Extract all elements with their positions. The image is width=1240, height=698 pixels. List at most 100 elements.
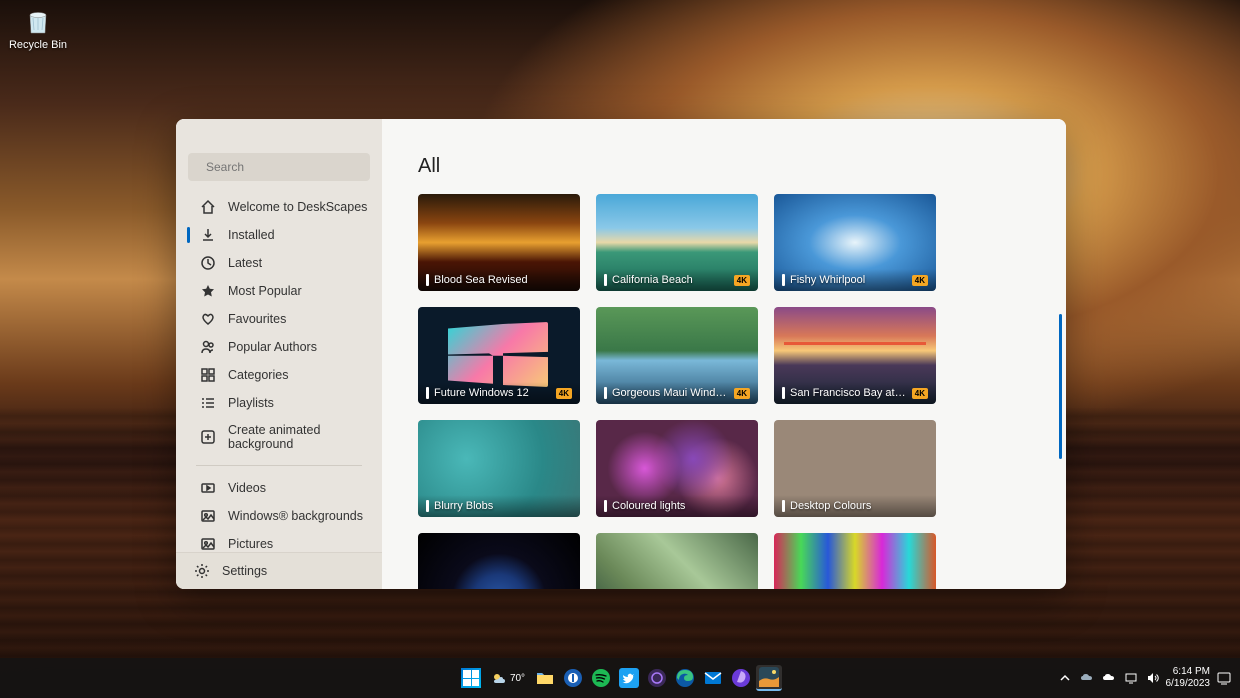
taskbar-edge[interactable] — [672, 665, 698, 691]
sidebar-item-favourites[interactable]: Favourites — [176, 305, 382, 333]
wallpaper-card[interactable]: Gorgeous Maui Windy Day 4K — [596, 307, 758, 404]
taskbar-deskscapes[interactable] — [756, 665, 782, 691]
sidebar-item-windows-backgrounds[interactable]: Windows® backgrounds — [176, 502, 382, 530]
wallpaper-card[interactable]: Desktop Colours — [774, 420, 936, 517]
home-icon — [200, 199, 216, 215]
grid-icon — [200, 367, 216, 383]
spotify-icon — [591, 668, 611, 688]
wallpaper-title: Coloured lights — [612, 500, 750, 512]
system-tray: 6:14 PM 6/19/2023 — [1058, 666, 1233, 690]
onepassword-icon — [563, 668, 583, 688]
4k-badge: 4K — [912, 388, 928, 399]
search-input[interactable] — [206, 160, 361, 174]
sidebar-item-popular-authors[interactable]: Popular Authors — [176, 333, 382, 361]
sidebar-item-installed[interactable]: Installed — [176, 221, 382, 249]
sidebar-item-label: Favourites — [228, 312, 286, 326]
network-icon[interactable] — [1124, 671, 1138, 685]
wallpaper-title: Desktop Colours — [790, 500, 928, 512]
sidebar-item-videos[interactable]: Videos — [176, 474, 382, 502]
chevron-up-icon[interactable] — [1058, 671, 1072, 685]
video-icon — [200, 480, 216, 496]
recycle-bin-label: Recycle Bin — [8, 39, 68, 51]
taskbar: 70° 6:14 PM 6/19/2023 — [0, 658, 1240, 698]
sidebar-item-label: Create animated background — [228, 423, 370, 451]
wallpaper-card[interactable]: California Beach4K — [596, 194, 758, 291]
twitter-icon — [619, 668, 639, 688]
settings-button[interactable]: Settings — [176, 552, 382, 589]
onedrive-icon[interactable] — [1080, 671, 1094, 685]
wallpaper-thumbnail — [596, 533, 758, 589]
weather-icon — [491, 670, 507, 686]
wallpaper-card[interactable] — [774, 533, 936, 589]
wallpaper-title: Blood Sea Revised — [434, 274, 572, 286]
sidebar-item-label: Categories — [228, 368, 288, 382]
wallpaper-thumbnail — [774, 533, 936, 589]
sidebar-item-welcome-to-deskscapes[interactable]: Welcome to DeskScapes — [176, 193, 382, 221]
recycle-bin[interactable]: Recycle Bin — [8, 5, 68, 51]
wallpaper-card[interactable] — [596, 533, 758, 589]
sidebar-item-label: Playlists — [228, 396, 274, 410]
wallpaper-card[interactable]: Blood Sea Revised — [418, 194, 580, 291]
4k-badge: 4K — [734, 275, 750, 286]
heart-icon — [200, 311, 216, 327]
taskbar-explorer[interactable] — [532, 665, 558, 691]
wallpaper-title: Fishy Whirlpool — [790, 274, 907, 286]
sidebar-item-label: Videos — [228, 481, 266, 495]
4k-badge: 4K — [912, 275, 928, 286]
sidebar-item-create-animated-background[interactable]: Create animated background — [176, 417, 382, 457]
wallpaper-title: Gorgeous Maui Windy Day — [612, 387, 729, 399]
start-button[interactable] — [458, 665, 484, 691]
page-title: All — [382, 119, 1066, 194]
wallpaper-card[interactable]: Blurry Blobs — [418, 420, 580, 517]
taskbar-center: 70° — [458, 665, 782, 691]
sidebar-item-playlists[interactable]: Playlists — [176, 389, 382, 417]
cloud-icon[interactable] — [1102, 671, 1116, 685]
sidebar-item-most-popular[interactable]: Most Popular — [176, 277, 382, 305]
recycle-bin-icon — [22, 5, 54, 37]
settings-label: Settings — [222, 564, 267, 578]
volume-icon[interactable] — [1146, 671, 1160, 685]
sidebar-item-label: Popular Authors — [228, 340, 317, 354]
folder-icon — [535, 668, 555, 688]
wallpaper-card[interactable]: Future Windows 124K — [418, 307, 580, 404]
sidebar-item-pictures[interactable]: Pictures — [176, 530, 382, 552]
list-icon — [200, 395, 216, 411]
wallpaper-title: San Francisco Bay at Sunset — [790, 387, 907, 399]
sidebar: Welcome to DeskScapes Installed Latest Most… — [176, 119, 382, 589]
sidebar-item-label: Windows® backgrounds — [228, 509, 363, 523]
wallpaper-title: Blurry Blobs — [434, 500, 572, 512]
main-content: All Blood Sea RevisedCalifornia Beach4KF… — [382, 119, 1066, 589]
search-box[interactable] — [188, 153, 370, 181]
taskbar-1password[interactable] — [560, 665, 586, 691]
wallpaper-card[interactable]: San Francisco Bay at Sunset 4K — [774, 307, 936, 404]
nav-divider — [196, 465, 362, 466]
sidebar-item-latest[interactable]: Latest — [176, 249, 382, 277]
sidebar-item-label: Installed — [228, 228, 275, 242]
taskbar-mail[interactable] — [700, 665, 726, 691]
wallpaper-grid: Blood Sea RevisedCalifornia Beach4KFishy… — [418, 194, 1030, 589]
mail-icon — [703, 668, 723, 688]
wallpaper-card[interactable] — [418, 533, 580, 589]
wallpaper-card[interactable]: Fishy Whirlpool 4K — [774, 194, 936, 291]
notifications-icon[interactable] — [1216, 670, 1232, 686]
wallpaper-grid-container[interactable]: Blood Sea RevisedCalifornia Beach4KFishy… — [382, 194, 1066, 589]
taskbar-weather[interactable]: 70° — [486, 665, 530, 691]
wallpaper-card[interactable]: Coloured lights — [596, 420, 758, 517]
sidebar-nav: Welcome to DeskScapes Installed Latest Most… — [176, 189, 382, 552]
clock-icon — [200, 255, 216, 271]
taskbar-app-purple[interactable] — [644, 665, 670, 691]
image-icon — [200, 536, 216, 552]
sidebar-item-categories[interactable]: Categories — [176, 361, 382, 389]
swirl-icon — [731, 668, 751, 688]
star-icon — [200, 283, 216, 299]
4k-badge: 4K — [734, 388, 750, 399]
taskbar-spotify[interactable] — [588, 665, 614, 691]
gear-icon — [194, 563, 210, 579]
sidebar-item-label: Pictures — [228, 537, 273, 551]
taskbar-twitter[interactable] — [616, 665, 642, 691]
scrollbar-thumb[interactable] — [1059, 314, 1062, 459]
wallpaper-thumbnail — [418, 533, 580, 589]
taskbar-clock[interactable]: 6:14 PM 6/19/2023 — [1166, 666, 1211, 690]
sidebar-item-label: Most Popular — [228, 284, 302, 298]
taskbar-app-swirl[interactable] — [728, 665, 754, 691]
